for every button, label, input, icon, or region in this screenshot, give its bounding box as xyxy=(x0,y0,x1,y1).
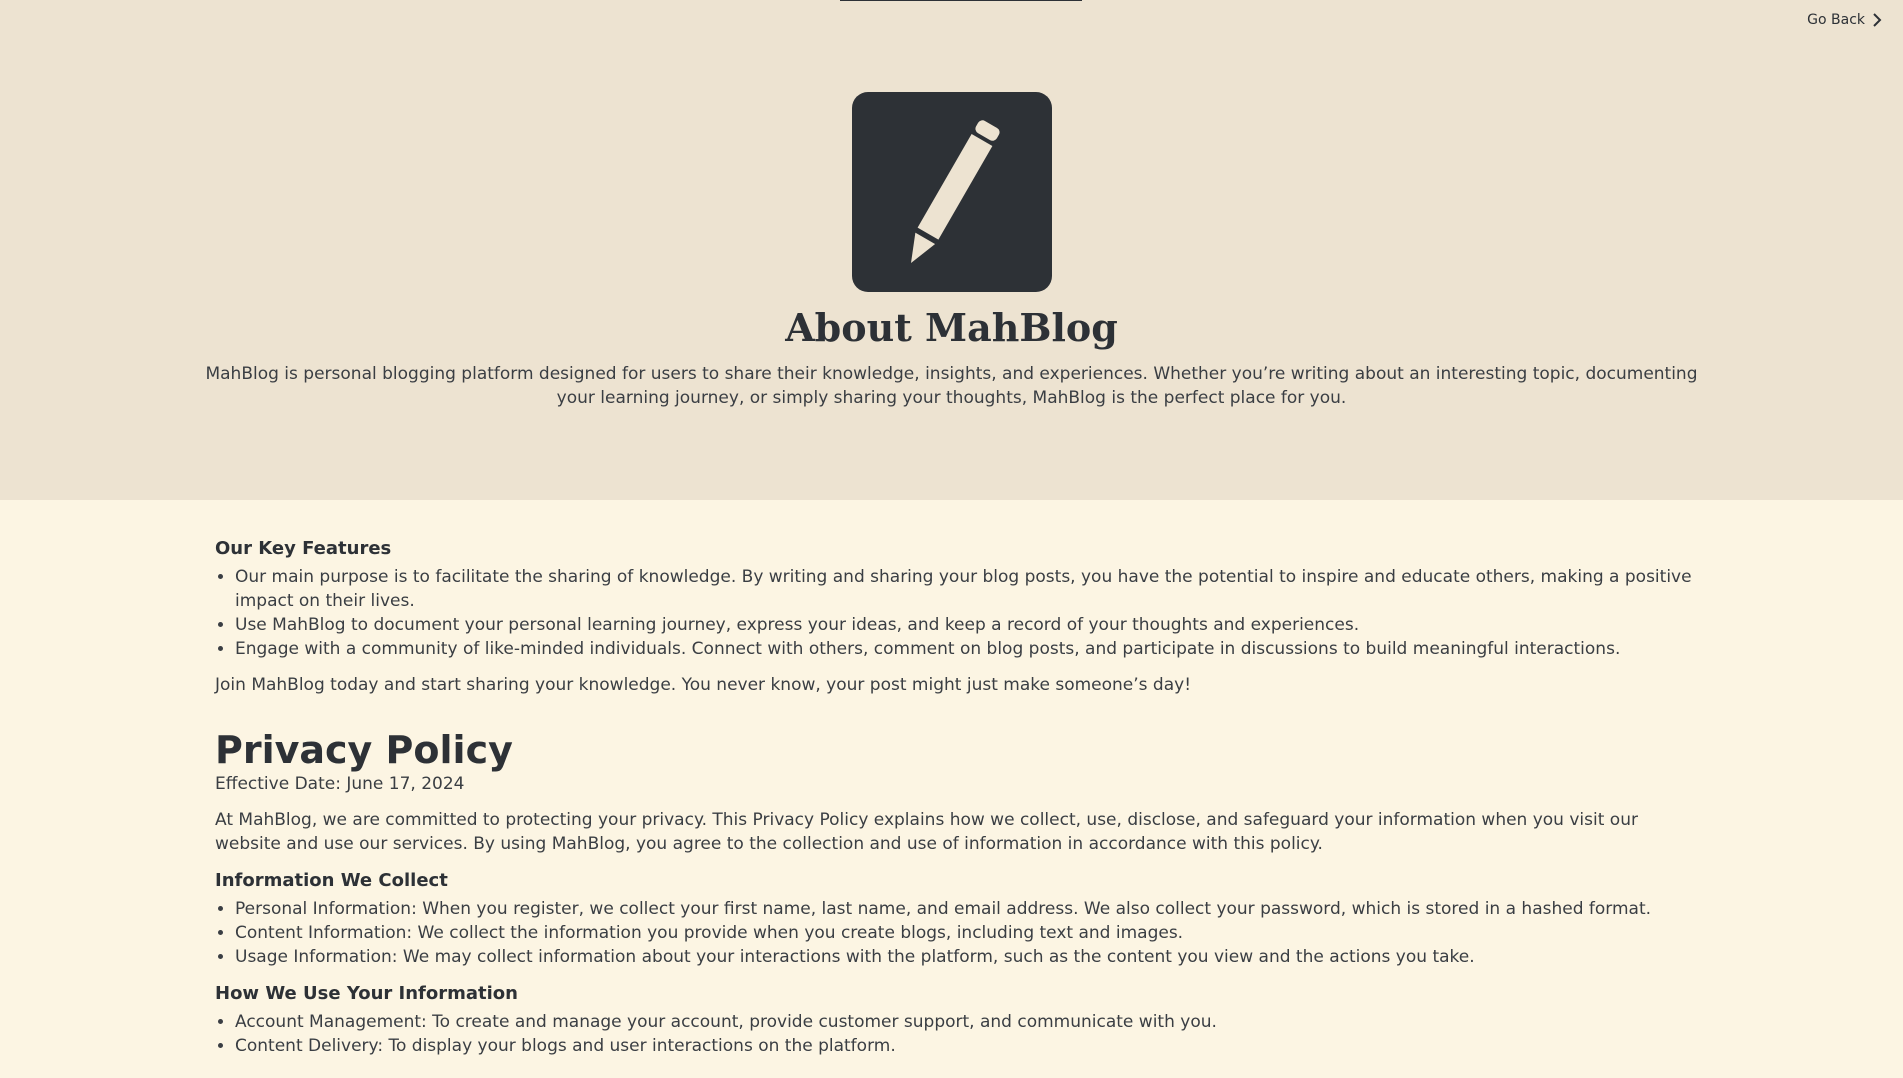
hero-section: Go Back About MahBlog MahBlog is persona… xyxy=(0,0,1903,500)
use-list: Account Management: To create and manage… xyxy=(215,1010,1695,1058)
list-item: Content Delivery: To display your blogs … xyxy=(235,1034,1695,1058)
list-item: Content Information: We collect the info… xyxy=(235,921,1695,945)
features-list: Our main purpose is to facilitate the sh… xyxy=(215,565,1695,661)
privacy-intro: At MahBlog, we are committed to protecti… xyxy=(215,810,1638,854)
chevron-right-icon xyxy=(1873,13,1882,27)
collect-list: Personal Information: When you register,… xyxy=(215,897,1695,969)
list-item: Engage with a community of like-minded i… xyxy=(235,637,1695,661)
go-back-link[interactable]: Go Back xyxy=(1807,12,1883,28)
use-heading: How We Use Your Information xyxy=(215,983,518,1004)
collect-heading: Information We Collect xyxy=(215,870,448,891)
list-item: Account Management: To create and manage… xyxy=(235,1010,1695,1034)
go-back-label: Go Back xyxy=(1807,12,1865,28)
page-title: About MahBlog xyxy=(785,305,1118,350)
page: Go Back About MahBlog MahBlog is persona… xyxy=(0,0,1903,1078)
features-heading: Our Key Features xyxy=(215,538,392,559)
hero-description: MahBlog is personal blogging platform de… xyxy=(205,364,1698,408)
content-section: Our Key Features Our main purpose is to … xyxy=(0,500,1903,1078)
effective-date: Effective Date: June 17, 2024 xyxy=(215,774,465,794)
features-block: Our Key Features Our main purpose is to … xyxy=(215,538,1695,697)
list-item: Use MahBlog to document your personal le… xyxy=(235,613,1695,637)
privacy-block: Privacy Policy Effective Date: June 17, … xyxy=(215,728,1695,1058)
top-divider xyxy=(840,0,1082,1)
features-closing: Join MahBlog today and start sharing you… xyxy=(215,675,1192,695)
pencil-icon xyxy=(911,120,1000,264)
logo xyxy=(852,92,1052,292)
list-item: Personal Information: When you register,… xyxy=(235,897,1695,921)
list-item: Our main purpose is to facilitate the sh… xyxy=(235,565,1695,613)
privacy-title: Privacy Policy xyxy=(215,728,513,772)
list-item: Usage Information: We may collect inform… xyxy=(235,945,1695,969)
